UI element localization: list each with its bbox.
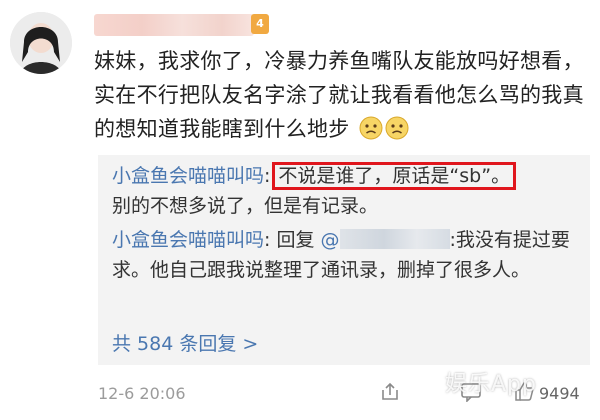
reply-separator: : <box>264 165 271 187</box>
sad-face-icon <box>359 116 383 140</box>
watermark: 娱乐App <box>445 372 537 397</box>
like-count: 9494 <box>539 384 580 403</box>
reply-prefix: 回复 <box>276 229 315 251</box>
share-icon[interactable] <box>380 382 400 402</box>
sad-face-icon <box>385 116 409 140</box>
reply-item: 小盒鱼会喵喵叫吗: 回复 @:我没有提过要求。他自己跟我说整理了通讯录，删掉了很… <box>112 225 582 285</box>
timestamp: 12-6 20:06 <box>98 384 186 403</box>
reply-thread: 小盒鱼会喵喵叫吗: 不说是谁了，原话是“sb”。 别的不想多说了，但是有记录。 小… <box>98 155 590 365</box>
mention-link[interactable]: @ <box>321 229 450 251</box>
more-replies-link[interactable]: 共 584 条回复 > <box>112 329 258 359</box>
comment-text: 妹妹，我求你了，冷暴力养鱼嘴队友能放吗好想看，实在不行把队友名字涂了就让我看看他… <box>94 49 584 141</box>
user-level-badge: 4 <box>251 14 269 34</box>
comment-body: 妹妹，我求你了，冷暴力养鱼嘴队友能放吗好想看，实在不行把队友名字涂了就让我看看他… <box>94 44 584 146</box>
reply-separator: : <box>264 229 277 251</box>
mention-name-blurred <box>339 229 450 249</box>
reply-author-link[interactable]: 小盒鱼会喵喵叫吗 <box>112 229 264 251</box>
highlighted-quote: 不说是谁了，原话是“sb”。 <box>272 162 517 190</box>
mention-at: @ <box>320 229 340 251</box>
reply-author-link[interactable]: 小盒鱼会喵喵叫吗 <box>112 165 264 187</box>
reply-text: 别的不想多说了，但是有记录。 <box>112 195 379 217</box>
reply-item: 小盒鱼会喵喵叫吗: 不说是谁了，原话是“sb”。 别的不想多说了，但是有记录。 <box>112 161 582 221</box>
username-blurred[interactable] <box>94 14 254 36</box>
avatar[interactable] <box>10 12 72 74</box>
